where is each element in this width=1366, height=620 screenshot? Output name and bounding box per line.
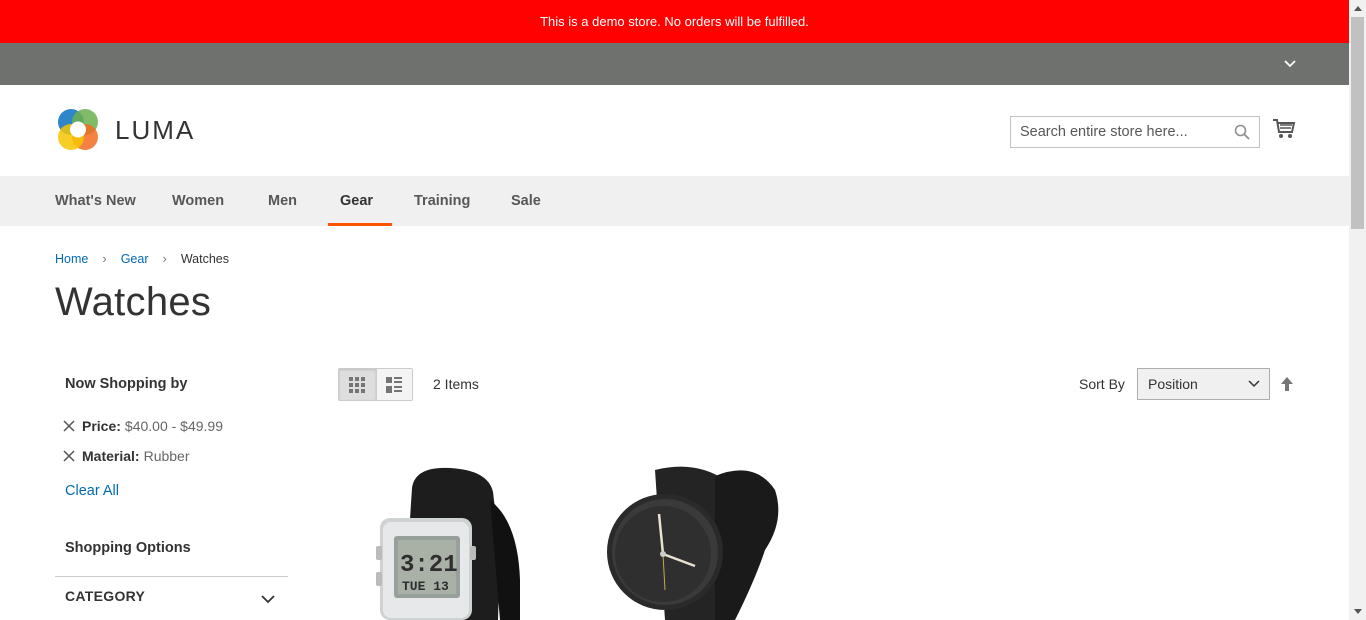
site-header: LUMA (0, 85, 1349, 176)
category-filter-title[interactable]: CATEGORY (65, 588, 145, 604)
vertical-scrollbar[interactable] (1349, 0, 1366, 620)
top-panel (0, 43, 1349, 85)
filter-label: Material: (82, 448, 140, 464)
shopping-options-title: Shopping Options (65, 540, 191, 556)
nav-item-training[interactable]: Training (414, 176, 470, 226)
product-item-digital-watch[interactable]: 3:21 TUE 13 (350, 440, 550, 620)
list-view-button[interactable] (375, 369, 412, 400)
active-nav-indicator (328, 223, 392, 226)
list-icon (386, 376, 403, 393)
watch-display-time: 3:21 (400, 552, 458, 579)
nav-item-gear[interactable]: Gear (340, 176, 373, 226)
demo-notice-text: This is a demo store. No orders will be … (540, 14, 809, 29)
page-title: Watches (55, 280, 212, 324)
sort-direction-arrow-icon[interactable] (1280, 376, 1294, 392)
nav-item-sale[interactable]: Sale (511, 176, 541, 226)
grid-view-button[interactable] (339, 369, 376, 400)
sort-by-label: Sort By (1079, 376, 1125, 392)
page: This is a demo store. No orders will be … (0, 0, 1349, 620)
sort-by-select[interactable]: Position (1137, 368, 1270, 400)
nav-item-whats-new[interactable]: What's New (55, 176, 136, 226)
chevron-down-icon[interactable] (261, 591, 275, 604)
clear-all-link[interactable]: Clear All (65, 483, 119, 499)
logo-text: LUMA (115, 114, 196, 145)
remove-filter-icon[interactable] (62, 449, 76, 463)
product-item-analog-watch[interactable] (595, 440, 795, 620)
breadcrumb: Home › Gear › Watches (55, 251, 229, 266)
remove-filter-icon[interactable] (62, 419, 76, 433)
filter-value: Rubber (143, 448, 190, 464)
breadcrumb-separator: › (102, 251, 107, 266)
search-icon[interactable] (1234, 124, 1250, 140)
chevron-down-icon (1248, 380, 1260, 388)
luma-logo-icon (58, 109, 98, 150)
search-input[interactable] (1011, 117, 1226, 147)
breadcrumb-current: Watches (180, 251, 229, 266)
filter-label: Price: (82, 418, 121, 434)
logo[interactable]: LUMA (55, 107, 203, 153)
filter-value: $40.00 - $49.99 (124, 418, 224, 434)
scroll-up-arrow-icon[interactable] (1349, 0, 1366, 17)
grid-icon (349, 376, 366, 393)
nav-item-men[interactable]: Men (268, 176, 297, 226)
demo-notice-banner: This is a demo store. No orders will be … (0, 0, 1349, 43)
watch-display-day: TUE 13 (402, 579, 449, 594)
toolbar-item-count: 2 Items (433, 376, 479, 392)
chevron-down-icon[interactable] (1282, 57, 1298, 71)
search-box (1010, 116, 1260, 148)
sort-by-value: Position (1148, 376, 1198, 392)
view-mode-switcher (338, 368, 413, 401)
cart-icon[interactable] (1272, 117, 1296, 146)
scrollbar-thumb[interactable] (1351, 17, 1364, 229)
scroll-down-arrow-icon[interactable] (1349, 603, 1366, 620)
active-filter-material: Material: Rubber (62, 448, 190, 464)
breadcrumb-gear[interactable]: Gear (121, 252, 149, 266)
product-image: 3:21 TUE 13 (376, 467, 520, 620)
active-filter-price: Price: $40.00 - $49.99 (62, 418, 223, 434)
main-nav: What's New Women Men Gear Training Sale (0, 176, 1349, 226)
divider (55, 576, 288, 577)
product-image (607, 466, 779, 620)
breadcrumb-home[interactable]: Home (55, 252, 88, 266)
nav-item-women[interactable]: Women (172, 176, 224, 226)
now-shopping-by-title: Now Shopping by (65, 376, 188, 392)
breadcrumb-separator: › (162, 251, 167, 266)
